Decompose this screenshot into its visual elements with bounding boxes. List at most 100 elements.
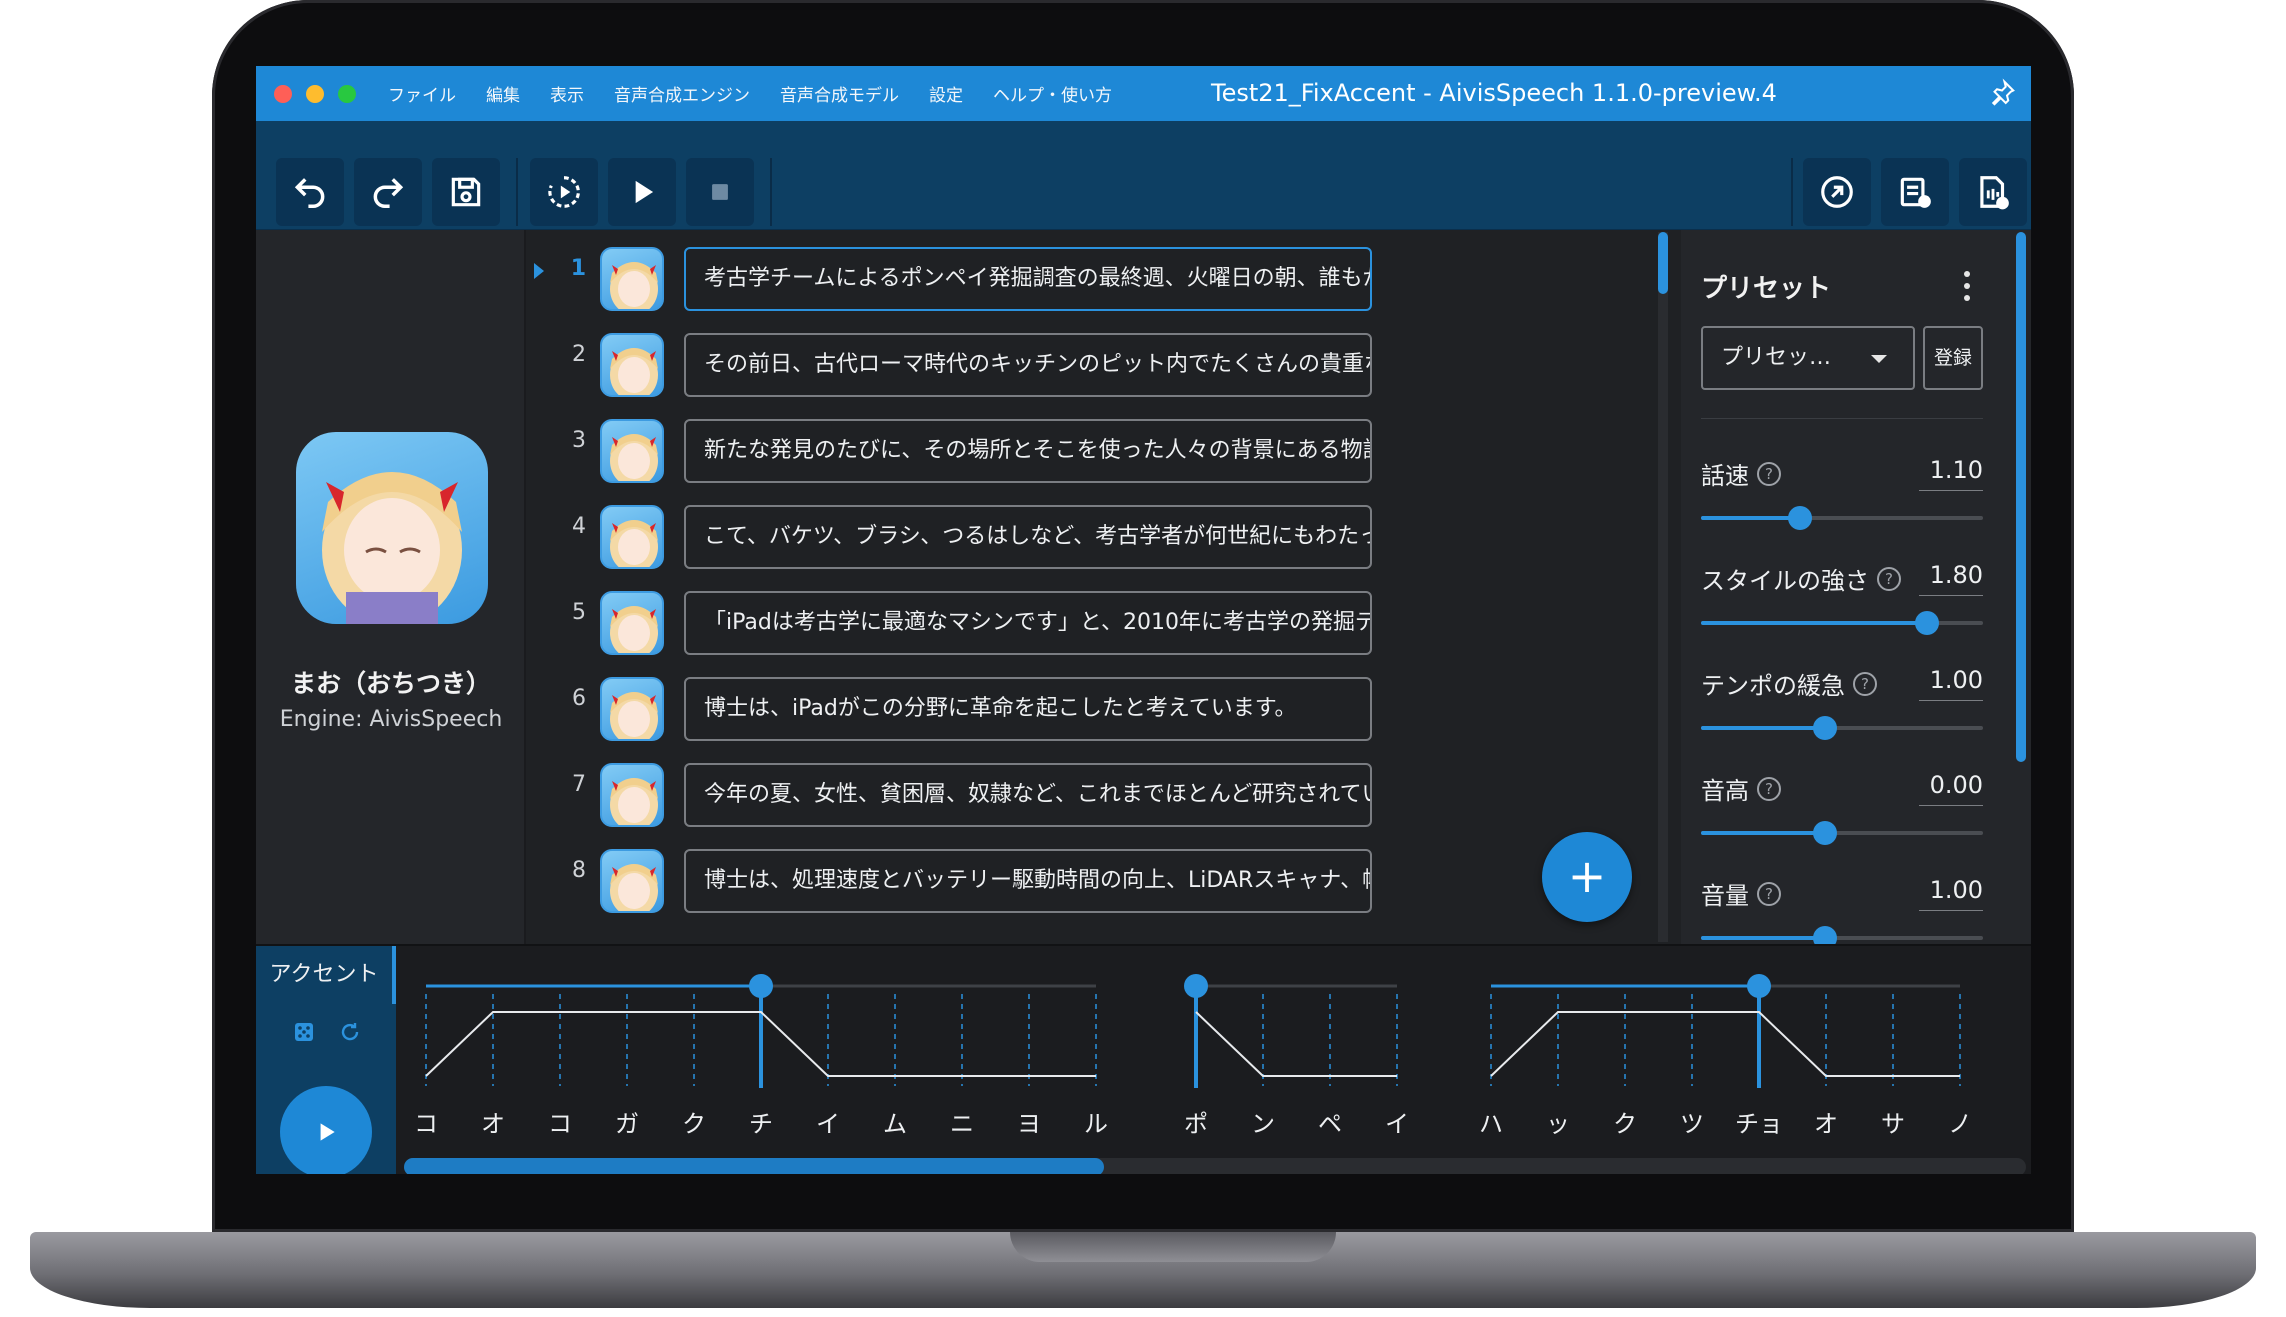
mora-label[interactable]: コ bbox=[414, 1110, 438, 1138]
character-avatar[interactable] bbox=[296, 432, 488, 624]
help-icon[interactable]: ? bbox=[1853, 671, 1877, 696]
audio-item-text-input[interactable]: 「iPadは考古学に最適なマシンです」と、2010年に考古学の発掘データを記録す… bbox=[684, 591, 1372, 655]
mora-label[interactable]: ン bbox=[1251, 1110, 1275, 1138]
mora-label[interactable]: ガ bbox=[615, 1110, 639, 1138]
help-icon[interactable]: ? bbox=[1877, 566, 1901, 591]
menu-settings[interactable]: 設定 bbox=[929, 81, 963, 106]
audio-item-text-input[interactable]: 今年の夏、女性、貧困層、奴隷など、これまでほとんど研究されていない古代ローマの bbox=[684, 763, 1372, 827]
audio-item-text-input[interactable]: 博士は、処理速度とバッテリー駆動時間の向上、LiDARスキャナ、幅広い用途を bbox=[684, 849, 1372, 913]
audio-item-row[interactable]: 6 博士は、iPadがこの分野に革命を起こしたと考えています。 bbox=[528, 660, 1408, 746]
audio-item-avatar[interactable] bbox=[600, 849, 664, 913]
audio-item-row[interactable]: 1 考古学チームによるポンペイ発掘調査の最終週、火曜日の朝、誰もが興奮していました bbox=[528, 230, 1408, 316]
audio-item-text-input[interactable]: 考古学チームによるポンペイ発掘調査の最終週、火曜日の朝、誰もが興奮していました bbox=[684, 247, 1372, 311]
menu-model[interactable]: 音声合成モデル bbox=[780, 81, 899, 106]
export-audio-button[interactable] bbox=[1959, 158, 2027, 226]
mora-label[interactable]: オ bbox=[1814, 1110, 1838, 1138]
export-button[interactable] bbox=[1803, 158, 1871, 226]
mora-label[interactable]: チョ bbox=[1735, 1110, 1783, 1138]
audio-item-avatar[interactable] bbox=[600, 247, 664, 311]
menu-view[interactable]: 表示 bbox=[550, 81, 584, 106]
mora-label[interactable]: イ bbox=[816, 1110, 840, 1138]
accent-graph[interactable]: コ オ コ ガ ク チ イ ム ニ ヨ ル ポ ン ペ イ ハ ッ ク ツ チョ オ サ ノ bbox=[396, 946, 2031, 1146]
audio-item-row[interactable]: 4 こて、バケツ、ブラシ、つるはしなど、考古学者が何世紀にもわたって使ってきた道具… bbox=[528, 488, 1408, 574]
minimize-window-button[interactable] bbox=[306, 84, 324, 103]
mora-label[interactable]: ル bbox=[1084, 1110, 1108, 1138]
mora-label[interactable]: チ bbox=[749, 1110, 773, 1138]
audio-item-avatar[interactable] bbox=[600, 763, 664, 827]
audio-item-row[interactable]: 3 新たな発見のたびに、その場所とそこを使った人々の背景にある物語を解き明かす手が bbox=[528, 402, 1408, 488]
param-value-input[interactable]: 1.00 bbox=[1919, 876, 1983, 911]
audio-list-scrollbar[interactable] bbox=[1658, 232, 1668, 942]
continuous-play-button[interactable] bbox=[530, 158, 598, 226]
menu-file[interactable]: ファイル bbox=[388, 81, 456, 106]
param-value-input[interactable]: 0.00 bbox=[1919, 771, 1983, 806]
mora-label[interactable]: ッ bbox=[1546, 1110, 1570, 1138]
audio-item-text-input[interactable]: 新たな発見のたびに、その場所とそこを使った人々の背景にある物語を解き明かす手が bbox=[684, 419, 1372, 483]
mora-label[interactable]: ニ bbox=[950, 1110, 974, 1138]
audio-item-row[interactable]: 8 博士は、処理速度とバッテリー駆動時間の向上、LiDARスキャナ、幅広い用途を bbox=[528, 832, 1408, 918]
mora-label[interactable]: ポ bbox=[1184, 1110, 1208, 1138]
scrollbar-thumb[interactable] bbox=[1658, 232, 1668, 294]
slider-knob[interactable] bbox=[1914, 611, 1939, 635]
register-preset-button[interactable]: 登録 bbox=[1923, 326, 1983, 390]
mora-label[interactable]: ハ bbox=[1479, 1110, 1503, 1138]
menu-edit[interactable]: 編集 bbox=[486, 81, 520, 106]
accent-scrollbar[interactable] bbox=[404, 1158, 2026, 1174]
more-options-icon[interactable] bbox=[1957, 268, 1977, 304]
mora-label[interactable]: イ bbox=[1385, 1110, 1409, 1138]
slider-knob[interactable] bbox=[1813, 821, 1838, 845]
audio-item-avatar[interactable] bbox=[600, 419, 664, 483]
help-icon[interactable]: ? bbox=[1757, 881, 1781, 906]
audio-item-avatar[interactable] bbox=[600, 677, 664, 741]
audio-item-text-input[interactable]: その前日、古代ローマ時代のキッチンのピット内でたくさんの貴重な遺物が見つかり、 bbox=[684, 333, 1372, 397]
mora-label[interactable]: オ bbox=[481, 1110, 505, 1138]
mora-label[interactable]: ツ bbox=[1680, 1110, 1704, 1138]
save-button[interactable] bbox=[432, 158, 500, 226]
maximize-window-button[interactable] bbox=[338, 84, 356, 103]
audio-item-text-input[interactable]: こて、バケツ、ブラシ、つるはしなど、考古学者が何世紀にもわたって使ってきた道具の bbox=[684, 505, 1372, 569]
preset-scrollbar[interactable] bbox=[2016, 232, 2026, 942]
mora-label[interactable]: ク bbox=[1613, 1110, 1637, 1138]
mora-label[interactable]: ペ bbox=[1318, 1110, 1342, 1138]
export-text-button[interactable] bbox=[1881, 158, 1949, 226]
accent-slider-knob[interactable] bbox=[749, 974, 773, 998]
reset-icon[interactable] bbox=[338, 1020, 362, 1044]
slider-knob[interactable] bbox=[1787, 506, 1812, 530]
audio-item-avatar[interactable] bbox=[600, 505, 664, 569]
accent-play-button[interactable] bbox=[280, 1086, 372, 1174]
mora-label[interactable]: ク bbox=[682, 1110, 706, 1138]
redo-button[interactable] bbox=[354, 158, 422, 226]
mora-label[interactable]: ノ bbox=[1948, 1110, 1972, 1138]
preset-select[interactable]: プリセッ… bbox=[1701, 326, 1915, 390]
audio-item-text-input[interactable]: 博士は、iPadがこの分野に革命を起こしたと考えています。 bbox=[684, 677, 1372, 741]
accent-slider-knob[interactable] bbox=[1747, 974, 1771, 998]
audio-item-avatar[interactable] bbox=[600, 333, 664, 397]
play-button[interactable] bbox=[608, 158, 676, 226]
close-window-button[interactable] bbox=[274, 84, 292, 103]
pin-icon[interactable] bbox=[1987, 78, 2017, 108]
param-value-input[interactable]: 1.10 bbox=[1919, 456, 1983, 491]
help-icon[interactable]: ? bbox=[1757, 776, 1781, 801]
audio-item-row[interactable]: 2 その前日、古代ローマ時代のキッチンのピット内でたくさんの貴重な遺物が見つかり、 bbox=[528, 316, 1408, 402]
add-audio-item-button[interactable]: + bbox=[1542, 832, 1632, 922]
undo-button[interactable] bbox=[276, 158, 344, 226]
menu-engine[interactable]: 音声合成エンジン bbox=[614, 81, 750, 106]
accent-slider-knob[interactable] bbox=[1184, 974, 1208, 998]
audio-item-avatar[interactable] bbox=[600, 591, 664, 655]
audio-item-row[interactable]: 5 「iPadは考古学に最適なマシンです」と、2010年に考古学の発掘データを記録… bbox=[528, 574, 1408, 660]
mora-label[interactable]: サ bbox=[1881, 1110, 1905, 1138]
audio-item-row[interactable]: 7 今年の夏、女性、貧困層、奴隷など、これまでほとんど研究されていない古代ローマの bbox=[528, 746, 1408, 832]
help-icon[interactable]: ? bbox=[1757, 461, 1781, 486]
dice-icon[interactable] bbox=[292, 1020, 316, 1044]
scrollbar-thumb[interactable] bbox=[2016, 232, 2026, 762]
stop-button[interactable] bbox=[686, 158, 754, 226]
tab-accent[interactable]: アクセント bbox=[256, 946, 396, 1004]
slider-knob[interactable] bbox=[1813, 716, 1838, 740]
mora-label[interactable]: コ bbox=[548, 1110, 572, 1138]
scrollbar-thumb[interactable] bbox=[404, 1158, 1104, 1174]
param-value-input[interactable]: 1.00 bbox=[1919, 666, 1983, 701]
menu-help[interactable]: ヘルプ・使い方 bbox=[993, 81, 1112, 106]
mora-label[interactable]: ヨ bbox=[1017, 1110, 1041, 1138]
mora-label[interactable]: ム bbox=[883, 1110, 907, 1138]
param-value-input[interactable]: 1.80 bbox=[1919, 561, 1983, 596]
